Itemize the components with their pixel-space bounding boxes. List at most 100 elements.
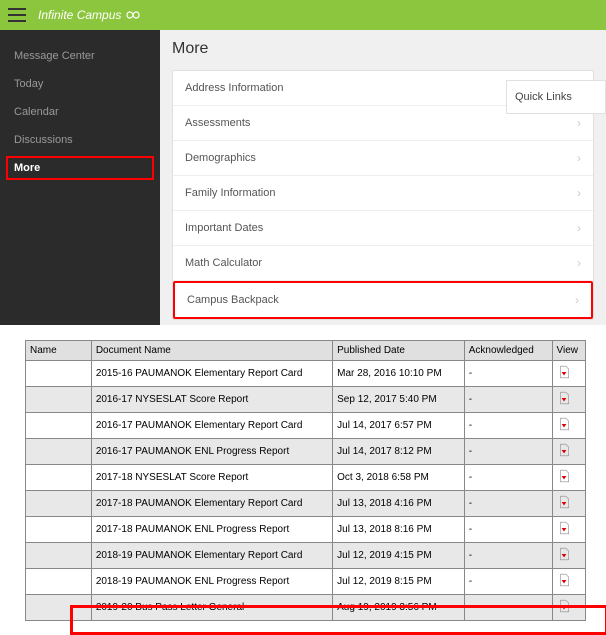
table-row: 2017-18 NYSESLAT Score ReportOct 3, 2018… [26, 465, 586, 491]
sidebar-item-more[interactable]: More [14, 162, 146, 174]
sidebar: Message Center Today Calendar Discussion… [0, 30, 160, 325]
sidebar-item-calendar[interactable]: Calendar [0, 98, 160, 126]
chevron-right-icon: › [575, 293, 579, 307]
cell-document: 2018-19 PAUMANOK ENL Progress Report [91, 569, 332, 595]
cell-document: 2017-18 PAUMANOK ENL Progress Report [91, 517, 332, 543]
cell-published: Sep 12, 2017 5:40 PM [333, 387, 465, 413]
list-item-campus-backpack[interactable]: Campus Backpack › [175, 283, 591, 317]
app-window: Infinite Campus Message Center Today Cal… [0, 0, 606, 325]
cell-name [26, 439, 92, 465]
pdf-icon[interactable] [557, 443, 571, 460]
cell-acknowledged: - [464, 517, 552, 543]
cell-name [26, 465, 92, 491]
pdf-icon[interactable] [557, 469, 571, 486]
cell-document: 2017-18 NYSESLAT Score Report [91, 465, 332, 491]
brand-logo: Infinite Campus [38, 8, 143, 22]
cell-name [26, 361, 92, 387]
list-item-label: Campus Backpack [187, 294, 279, 306]
cell-view[interactable] [552, 517, 585, 543]
sidebar-item-today[interactable]: Today [0, 70, 160, 98]
cell-name [26, 387, 92, 413]
cell-published: Oct 3, 2018 6:58 PM [333, 465, 465, 491]
app-body: Message Center Today Calendar Discussion… [0, 30, 606, 325]
table-row: 2016-17 PAUMANOK ENL Progress ReportJul … [26, 439, 586, 465]
list-item-label: Address Information [185, 82, 283, 94]
quick-links-title: Quick Links [515, 91, 572, 103]
cell-view[interactable] [552, 387, 585, 413]
cell-published: Jul 13, 2018 4:16 PM [333, 491, 465, 517]
cell-name [26, 413, 92, 439]
cell-view[interactable] [552, 491, 585, 517]
table-row: 2016-17 PAUMANOK Elementary Report CardJ… [26, 413, 586, 439]
cell-acknowledged: - [464, 387, 552, 413]
sidebar-item-discussions[interactable]: Discussions [0, 126, 160, 154]
table-row: 2017-18 PAUMANOK ENL Progress ReportJul … [26, 517, 586, 543]
col-header-view: View [552, 341, 585, 361]
pdf-icon[interactable] [557, 417, 571, 434]
page-title: More [172, 40, 594, 58]
list-item-math-calculator[interactable]: Math Calculator › [173, 246, 593, 281]
pdf-icon[interactable] [557, 573, 571, 590]
cell-acknowledged: - [464, 465, 552, 491]
chevron-right-icon: › [577, 116, 581, 130]
col-header-name: Name [26, 341, 92, 361]
list-item-label: Math Calculator [185, 257, 262, 269]
cell-name [26, 569, 92, 595]
cell-document: 2015-16 PAUMANOK Elementary Report Card [91, 361, 332, 387]
table-row: 2016-17 NYSESLAT Score ReportSep 12, 201… [26, 387, 586, 413]
cell-view[interactable] [552, 361, 585, 387]
cell-published: Jul 13, 2018 8:16 PM [333, 517, 465, 543]
cell-view[interactable] [552, 439, 585, 465]
cell-published: Mar 28, 2016 10:10 PM [333, 361, 465, 387]
cell-name [26, 543, 92, 569]
cell-name [26, 491, 92, 517]
pdf-icon[interactable] [557, 521, 571, 538]
col-header-published: Published Date [333, 341, 465, 361]
cell-acknowledged: - [464, 361, 552, 387]
cell-document: 2019-20 Bus Pass Letter General [91, 595, 332, 621]
cell-document: 2016-17 PAUMANOK ENL Progress Report [91, 439, 332, 465]
chevron-right-icon: › [577, 256, 581, 270]
cell-document: 2018-19 PAUMANOK Elementary Report Card [91, 543, 332, 569]
table-row: 2019-20 Bus Pass Letter GeneralAug 19, 2… [26, 595, 586, 621]
list-item-label: Assessments [185, 117, 250, 129]
pdf-icon[interactable] [557, 365, 571, 382]
pdf-icon[interactable] [557, 599, 571, 616]
cell-view[interactable] [552, 465, 585, 491]
cell-view[interactable] [552, 413, 585, 439]
cell-view[interactable] [552, 595, 585, 621]
cell-document: 2016-17 NYSESLAT Score Report [91, 387, 332, 413]
chevron-right-icon: › [577, 151, 581, 165]
brand-text: Infinite Campus [38, 8, 121, 22]
cell-acknowledged: - [464, 595, 552, 621]
list-item-label: Demographics [185, 152, 256, 164]
hamburger-menu-icon[interactable] [8, 8, 26, 22]
annotation-highlight: Campus Backpack › [173, 281, 593, 319]
cell-name [26, 595, 92, 621]
chevron-right-icon: › [577, 221, 581, 235]
list-item-family-information[interactable]: Family Information › [173, 176, 593, 211]
cell-document: 2016-17 PAUMANOK Elementary Report Card [91, 413, 332, 439]
pdf-icon[interactable] [557, 547, 571, 564]
documents-table: Name Document Name Published Date Acknow… [25, 340, 586, 621]
table-row: 2018-19 PAUMANOK Elementary Report CardJ… [26, 543, 586, 569]
list-item-demographics[interactable]: Demographics › [173, 141, 593, 176]
infinity-icon [123, 8, 143, 22]
quick-links-panel: Quick Links [506, 80, 606, 114]
cell-published: Jul 12, 2019 4:15 PM [333, 543, 465, 569]
cell-view[interactable] [552, 569, 585, 595]
cell-view[interactable] [552, 543, 585, 569]
list-item-label: Family Information [185, 187, 275, 199]
pdf-icon[interactable] [557, 495, 571, 512]
table-row: 2015-16 PAUMANOK Elementary Report CardM… [26, 361, 586, 387]
cell-published: Aug 19, 2019 3:56 PM [333, 595, 465, 621]
cell-name [26, 517, 92, 543]
annotation-highlight: More [6, 156, 154, 180]
documents-table-section: Name Document Name Published Date Acknow… [0, 325, 606, 631]
col-header-acknowledged: Acknowledged [464, 341, 552, 361]
cell-acknowledged: - [464, 439, 552, 465]
cell-acknowledged: - [464, 569, 552, 595]
pdf-icon[interactable] [557, 391, 571, 408]
sidebar-item-message-center[interactable]: Message Center [0, 42, 160, 70]
list-item-important-dates[interactable]: Important Dates › [173, 211, 593, 246]
